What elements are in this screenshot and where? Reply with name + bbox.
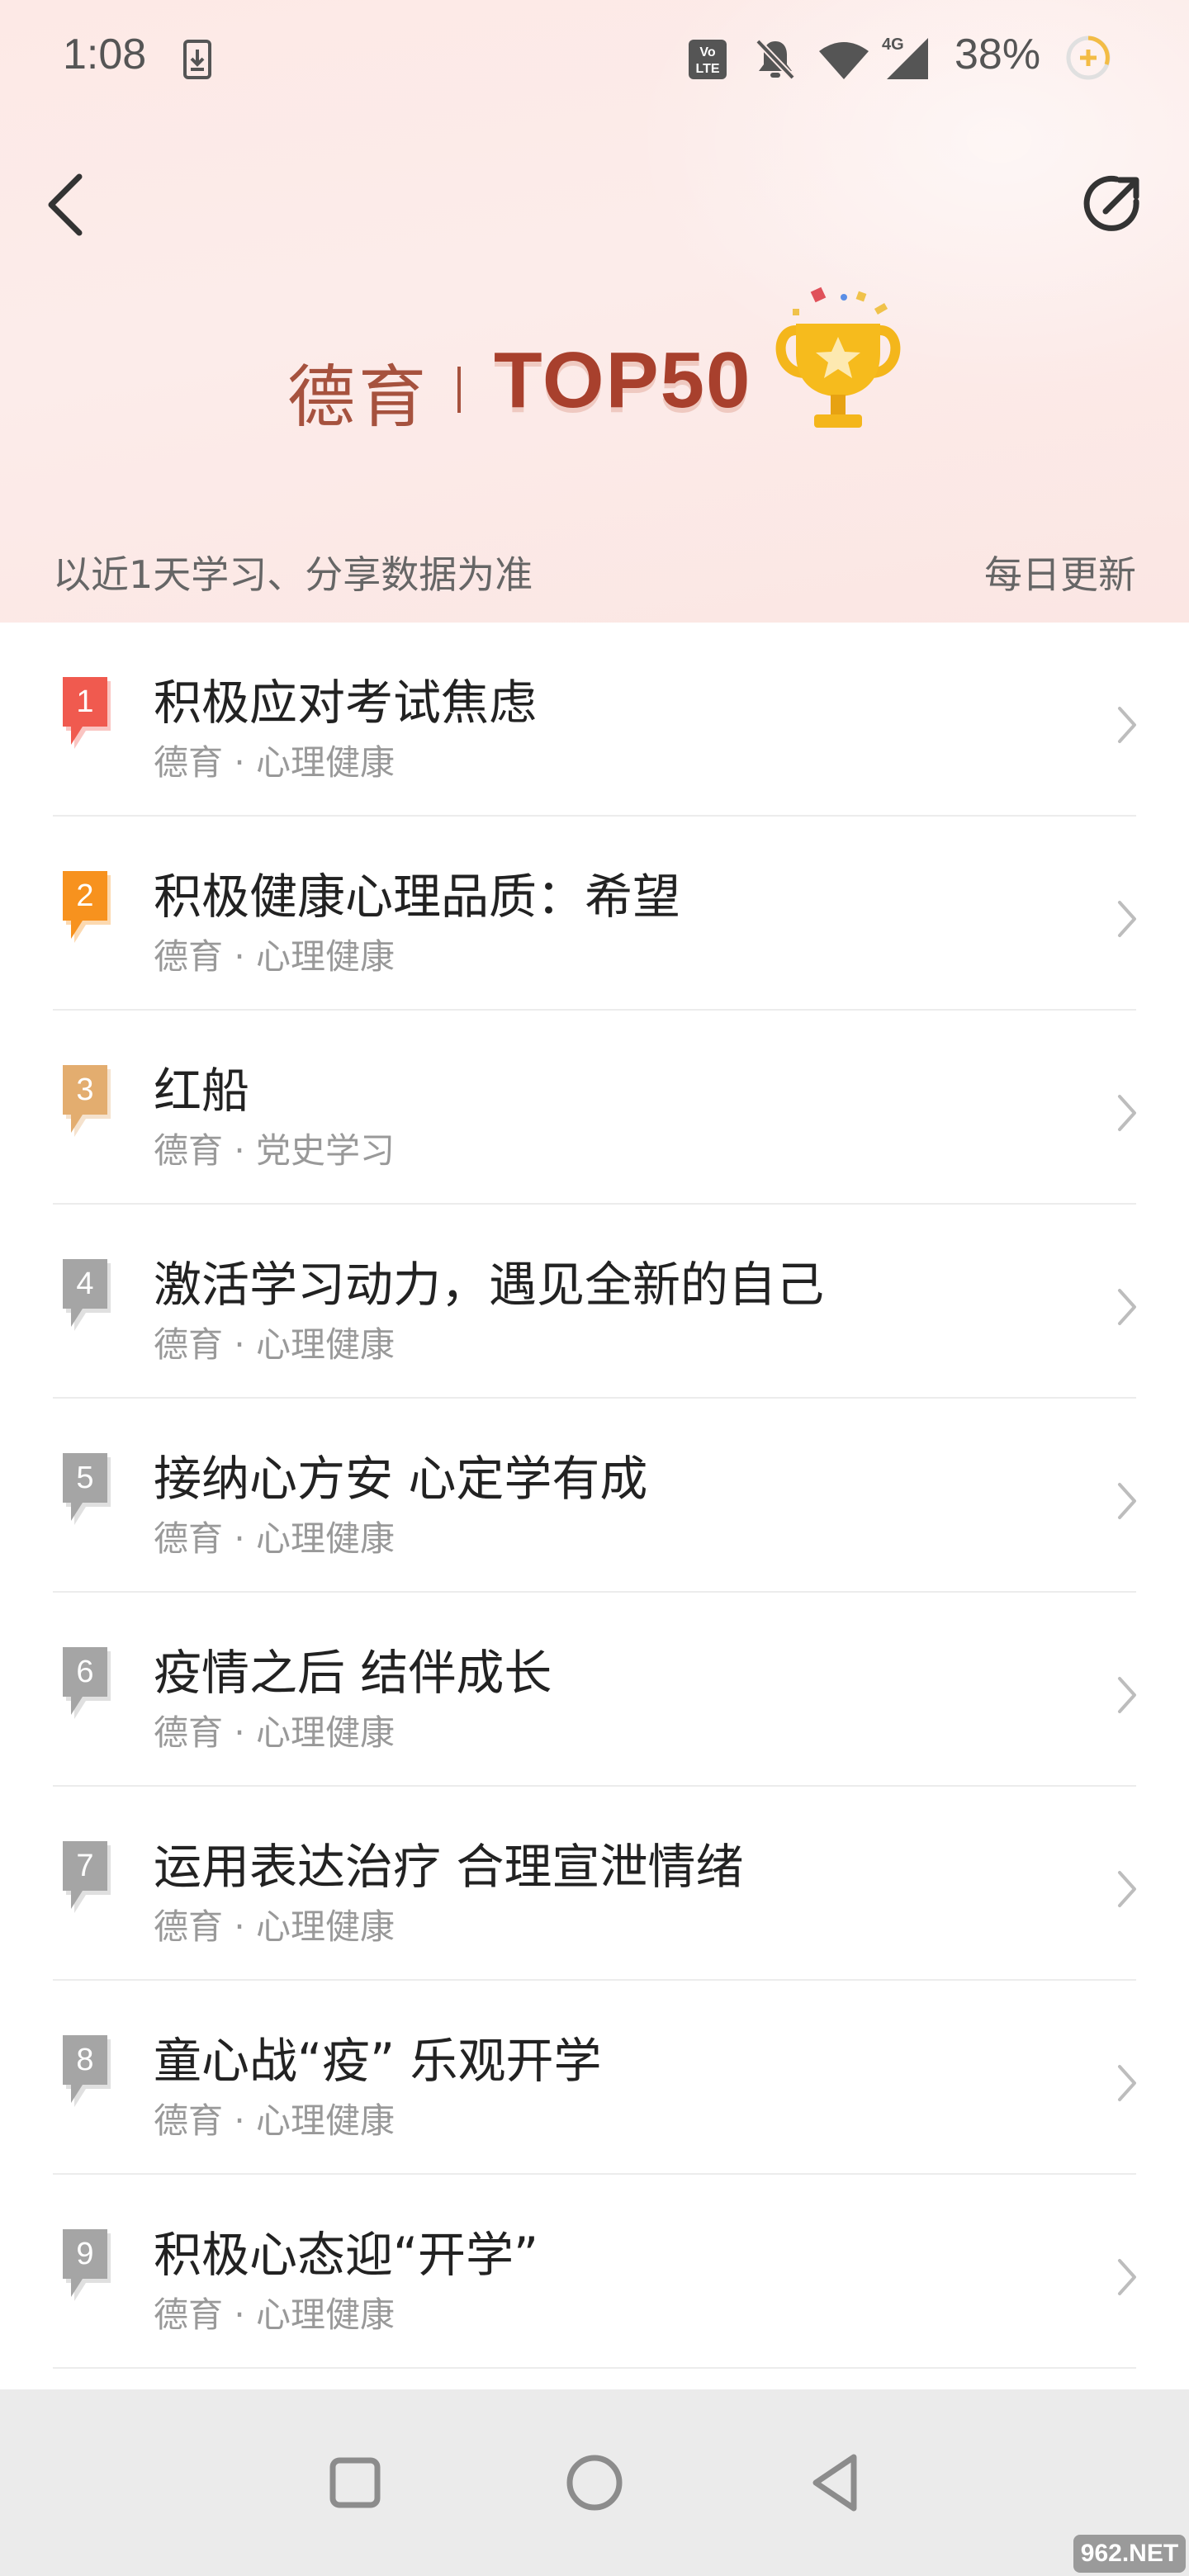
download-icon (183, 40, 211, 79)
item-category: 德育 · 心理健康 (154, 1906, 396, 1947)
item-title: 运用表达治疗 合理宣泄情绪 (154, 1839, 744, 1895)
list-item[interactable]: 9 积极心态迎“开学” 德育 · 心理健康 (0, 2175, 1189, 2369)
list-item[interactable]: 8 童心战“疫” 乐观开学德育 · 心理健康 (0, 1981, 1189, 2175)
rank-badge: 4 (63, 1259, 111, 1331)
item-title: 接纳心方安 心定学有成 (154, 1451, 648, 1507)
item-title: 红船 (154, 1063, 250, 1119)
divider (53, 2367, 1136, 2369)
svg-text:2: 2 (76, 878, 93, 913)
svg-text:9: 9 (76, 2237, 93, 2271)
svg-text:Vo: Vo (699, 45, 715, 59)
rank-badge: 1 (63, 677, 111, 749)
svg-text:LTE: LTE (695, 62, 719, 76)
list-item[interactable]: 7 运用表达治疗 合理宣泄情绪德育 · 心理健康 (0, 1787, 1189, 1981)
item-title: 童心战“疫” 乐观开学 (154, 2033, 602, 2089)
chevron-right-icon (1118, 1289, 1136, 1325)
share-icon (1083, 175, 1139, 231)
item-category: 德育 · 心理健康 (154, 2100, 396, 2141)
battery-percentage: 38% (955, 31, 1041, 78)
item-category: 德育 · 心理健康 (154, 742, 396, 783)
rank-badge: 6 (63, 1647, 111, 1719)
trophy-icon (775, 286, 901, 428)
status-time: 1:08 (63, 31, 147, 78)
title-category: 德育 (287, 358, 430, 437)
chevron-right-icon (1118, 2065, 1136, 2101)
chevron-right-icon (1118, 1871, 1136, 1907)
title-divider (457, 367, 461, 413)
svg-text:8: 8 (76, 2043, 93, 2077)
svg-text:5: 5 (76, 1461, 93, 1495)
item-title: 积极应对考试焦虑 (154, 675, 538, 731)
subtitle-row: 以近1天学习、分享数据为准 每日更新 (0, 537, 1189, 603)
item-title: 疫情之后 结伴成长 (154, 1645, 552, 1701)
chevron-right-icon (1118, 901, 1136, 937)
list-item[interactable]: 4 激活学习动力，遇见全新的自己德育 · 心理健康 (0, 1205, 1189, 1399)
item-title: 激活学习动力，遇见全新的自己 (154, 1257, 825, 1313)
svg-text:1: 1 (76, 684, 93, 719)
chevron-right-icon (1118, 1095, 1136, 1131)
chevron-right-icon (1118, 2259, 1136, 2295)
list-item[interactable]: 3 红船德育 · 党史学习 (0, 1011, 1189, 1205)
wifi-icon (819, 42, 869, 79)
svg-text:6: 6 (76, 1655, 93, 1689)
list-item[interactable]: 2 积极健康心理品质：希望德育 · 心理健康 (0, 817, 1189, 1011)
status-bar: 1:08 Vo LTE 4G 38% (0, 0, 1189, 124)
update-frequency: 每日更新 (984, 552, 1136, 597)
back-button[interactable] (40, 165, 106, 244)
title-top: TOP50 (494, 336, 752, 424)
item-category: 德育 · 心理健康 (154, 936, 396, 977)
home-button[interactable] (549, 2437, 640, 2528)
item-category: 德育 · 心理健康 (154, 1324, 396, 1365)
chevron-right-icon (1118, 1677, 1136, 1713)
item-category: 德育 · 党史学习 (154, 1130, 396, 1171)
list-item[interactable]: 5 接纳心方安 心定学有成德育 · 心理健康 (0, 1399, 1189, 1593)
item-title: 积极健康心理品质：希望 (154, 869, 681, 925)
rank-badge: 9 (63, 2229, 111, 2301)
rank-badge: 5 (63, 1453, 111, 1525)
volte-icon: Vo LTE (689, 40, 727, 79)
header-banner: 1:08 Vo LTE 4G 38% 德育 TOP50 以近1天学习、分享数据为… (0, 0, 1189, 623)
share-button[interactable] (1078, 168, 1149, 239)
data-basis-note: 以近1天学习、分享数据为准 (53, 552, 533, 597)
back-nav-button[interactable] (791, 2437, 882, 2528)
svg-text:3: 3 (76, 1073, 93, 1107)
chevron-right-icon (1118, 1483, 1136, 1519)
mute-icon (756, 39, 795, 80)
chevron-right-icon (1118, 707, 1136, 743)
item-title: 积极心态迎“开学” (154, 2227, 539, 2283)
rank-badge: 3 (63, 1065, 111, 1137)
item-category: 德育 · 心理健康 (154, 1712, 396, 1753)
rank-badge: 7 (63, 1841, 111, 1913)
ranking-list: 1 积极应对考试焦虑 德育 · 心理健康 2 积极健康心理品质：希望 德育 · 心理健康 3… (0, 623, 1189, 2369)
svg-text:4G: 4G (882, 36, 904, 54)
signal-icon: 4G (882, 36, 928, 79)
list-item[interactable]: 6 疫情之后 结伴成长德育 · 心理健康 (0, 1593, 1189, 1787)
rank-badge: 2 (63, 871, 111, 943)
rank-badge: 8 (63, 2035, 111, 2107)
svg-text:4: 4 (76, 1267, 93, 1301)
item-category: 德育 · 心理健康 (154, 2294, 396, 2335)
back-arrow-icon (48, 173, 83, 236)
battery-icon (1066, 36, 1111, 80)
watermark-logo: 962.NET (1073, 2535, 1186, 2573)
recent-apps-button[interactable] (310, 2437, 400, 2528)
svg-text:7: 7 (76, 1849, 93, 1883)
item-category: 德育 · 心理健康 (154, 1518, 396, 1559)
list-item[interactable]: 1 积极应对考试焦虑德育 · 心理健康 (0, 623, 1189, 817)
ranking-title: 德育 TOP50 (0, 281, 1189, 462)
system-nav-bar (0, 2389, 1189, 2576)
